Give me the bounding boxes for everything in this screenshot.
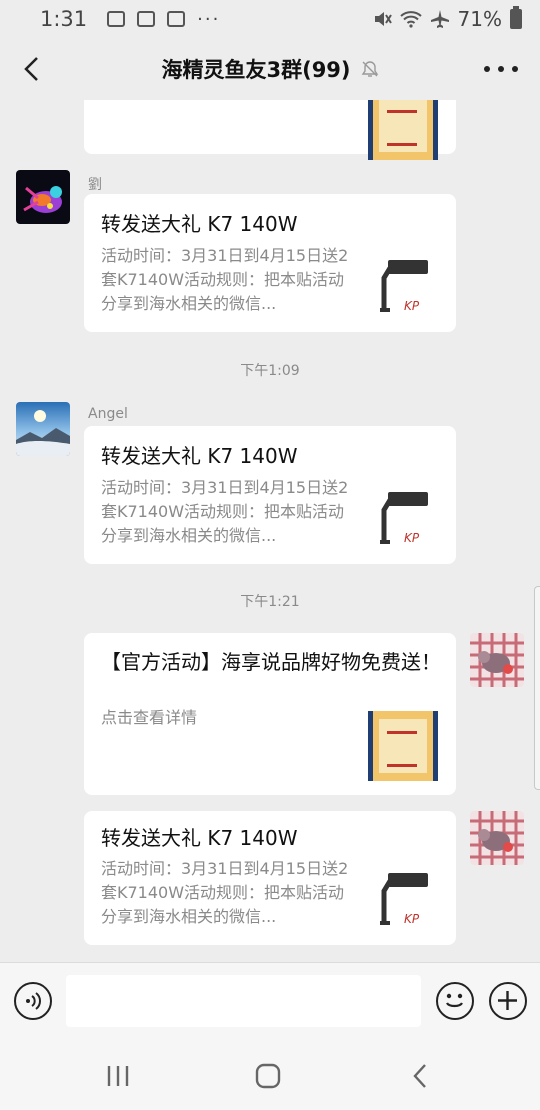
- wifi-icon: [399, 11, 422, 28]
- poster-thumbnail: [368, 100, 438, 160]
- navigation-bar: [0, 1040, 540, 1110]
- recents-button[interactable]: [98, 1058, 138, 1094]
- recents-icon: [107, 1066, 129, 1086]
- app-icon: [167, 11, 186, 27]
- bell-off-icon: [361, 61, 378, 77]
- avatar[interactable]: [16, 170, 70, 224]
- svg-text:KP: KP: [404, 299, 420, 313]
- card-title: 转发送大礼 K7 140W: [101, 444, 298, 468]
- voice-icon: [26, 992, 41, 1010]
- airplane-icon: [430, 10, 449, 28]
- emoji-button[interactable]: [436, 982, 474, 1020]
- voice-button[interactable]: [14, 982, 52, 1020]
- status-time: 1:31: [40, 7, 88, 31]
- message-input[interactable]: [66, 975, 421, 1027]
- mute-icon: [374, 12, 392, 26]
- gallery-icon: [107, 11, 126, 27]
- plus-icon: [498, 991, 517, 1010]
- lamp-thumbnail: KP: [380, 492, 428, 545]
- message-card[interactable]: 转发送大礼 K7 140W 活动时间：3月31日到4月15日送2套K7140W活…: [84, 194, 456, 332]
- more-dot: [512, 66, 518, 72]
- sender-name: 劉: [88, 177, 102, 193]
- card-description: 点击查看详情: [101, 708, 198, 727]
- home-button[interactable]: [248, 1058, 288, 1094]
- card-title: 转发送大礼 K7 140W: [101, 212, 298, 236]
- input-bar: [0, 962, 540, 1040]
- more-notifications: ···: [197, 8, 221, 30]
- lamp-thumbnail: KP: [380, 873, 428, 926]
- status-bar: 1:31 ··· 71%: [0, 0, 540, 38]
- battery-icon: [510, 6, 522, 29]
- message-card[interactable]: 转发送大礼 K7 140W 活动时间：3月31日到4月15日送2套K7140W活…: [84, 426, 456, 564]
- plus-button[interactable]: [489, 982, 527, 1020]
- time-label: 下午1:21: [240, 594, 300, 610]
- more-dots-icon: [484, 66, 490, 72]
- scroll-indicator[interactable]: [534, 586, 540, 790]
- emoji-icon: [446, 993, 463, 1008]
- chat-title: 海精灵鱼友3群(99): [161, 58, 351, 82]
- lamp-thumbnail: KP: [380, 260, 428, 313]
- my-avatar[interactable]: [470, 811, 524, 865]
- chat-header: 海精灵鱼友3群(99): [0, 38, 540, 100]
- home-icon: [255, 1063, 281, 1089]
- message-card[interactable]: 转发送大礼 K7 140W 活动时间：3月31日到4月15日送2套K7140W活…: [84, 811, 456, 945]
- my-avatar[interactable]: [470, 633, 524, 687]
- time-label: 下午1:09: [240, 363, 300, 379]
- sender-name: Angel: [88, 406, 128, 422]
- nav-back-icon: [413, 1064, 426, 1088]
- svg-text:KP: KP: [404, 912, 420, 926]
- back-button[interactable]: [14, 50, 48, 88]
- folder-icon: [137, 11, 156, 27]
- card-title: 【官方活动】海享说品牌好物免费送！: [101, 650, 441, 674]
- more-dot: [498, 66, 504, 72]
- card-description: 活动时间：3月31日到4月15日送2套K7140W活动规则：把本贴活动分享到海水…: [101, 478, 349, 545]
- nav-back-button[interactable]: [400, 1058, 440, 1094]
- card-description: 活动时间：3月31日到4月15日送2套K7140W活动规则：把本贴活动分享到海水…: [101, 859, 349, 926]
- chevron-left-icon: [24, 57, 38, 81]
- poster-thumbnail: [368, 711, 438, 781]
- svg-text:KP: KP: [404, 531, 420, 545]
- message-card-previous[interactable]: [84, 100, 456, 160]
- avatar[interactable]: [16, 402, 70, 456]
- more-button[interactable]: [484, 56, 518, 82]
- battery-text: 71%: [457, 7, 502, 31]
- card-title: 转发送大礼 K7 140W: [101, 826, 298, 850]
- card-description: 活动时间：3月31日到4月15日送2套K7140W活动规则：把本贴活动分享到海水…: [101, 246, 349, 313]
- chat-messages[interactable]: 劉 转发送大礼 K7 140W 活动时间：3月31日到4月15日送2套K7140…: [0, 100, 540, 962]
- message-card[interactable]: 【官方活动】海享说品牌好物免费送！ 点击查看详情: [84, 633, 456, 795]
